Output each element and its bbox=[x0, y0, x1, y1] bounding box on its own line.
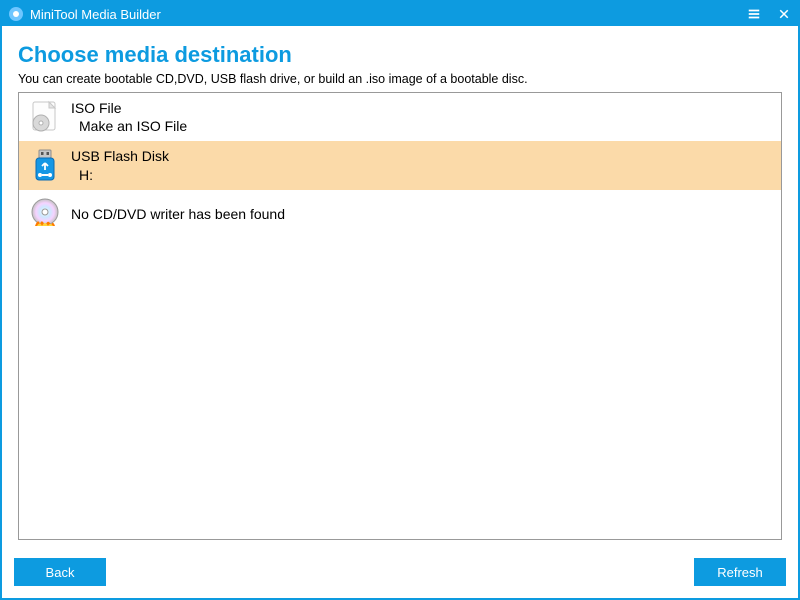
page-subtitle: You can create bootable CD,DVD, USB flas… bbox=[18, 72, 782, 86]
app-window: MiniTool Media Builder Choose media dest… bbox=[0, 0, 800, 600]
list-item-text: No CD/DVD writer has been found bbox=[71, 205, 285, 223]
app-icon bbox=[8, 6, 24, 22]
content-area: Choose media destination You can create … bbox=[2, 26, 798, 548]
titlebar: MiniTool Media Builder bbox=[2, 2, 798, 26]
menu-icon[interactable] bbox=[746, 6, 762, 22]
list-item-cd-dvd[interactable]: No CD/DVD writer has been found bbox=[19, 190, 781, 238]
disc-burn-icon bbox=[27, 196, 63, 232]
list-item-text: ISO File Make an ISO File bbox=[71, 99, 187, 135]
iso-file-icon bbox=[27, 99, 63, 135]
list-item-text: USB Flash Disk H: bbox=[71, 147, 169, 183]
close-icon[interactable] bbox=[776, 6, 792, 22]
list-item-title: USB Flash Disk bbox=[71, 147, 169, 165]
page-title: Choose media destination bbox=[18, 42, 782, 68]
list-item-detail: Make an ISO File bbox=[71, 117, 187, 135]
titlebar-controls bbox=[746, 6, 792, 22]
usb-flash-icon bbox=[27, 148, 63, 184]
list-item-title: ISO File bbox=[71, 99, 187, 117]
list-item-detail: H: bbox=[71, 166, 169, 184]
list-item-iso[interactable]: ISO File Make an ISO File bbox=[19, 93, 781, 141]
window-title: MiniTool Media Builder bbox=[30, 7, 746, 22]
list-item-usb[interactable]: USB Flash Disk H: bbox=[19, 141, 781, 189]
back-button[interactable]: Back bbox=[14, 558, 106, 586]
refresh-button[interactable]: Refresh bbox=[694, 558, 786, 586]
list-item-title: No CD/DVD writer has been found bbox=[71, 205, 285, 223]
footer: Back Refresh bbox=[2, 548, 798, 598]
media-list: ISO File Make an ISO File bbox=[18, 92, 782, 540]
